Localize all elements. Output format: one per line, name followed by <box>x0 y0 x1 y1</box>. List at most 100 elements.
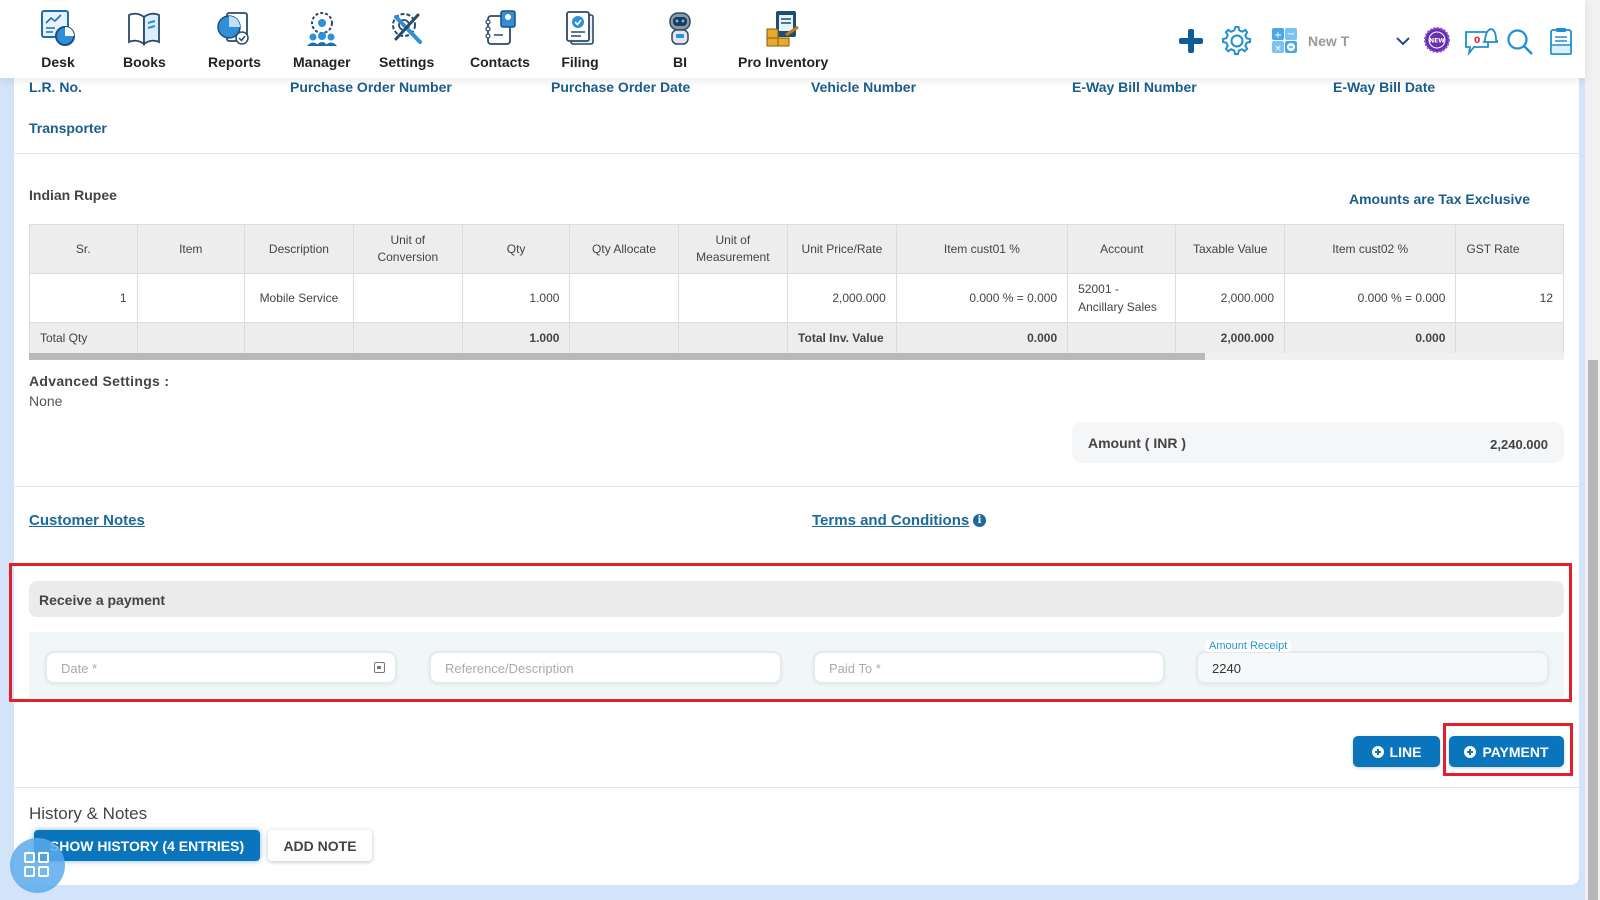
table-totals-row: Total Qty 1.000 Total Inv. Value 0.000 2… <box>29 322 1564 354</box>
customer-notes-link[interactable]: Customer Notes <box>29 512 145 529</box>
cell-item <box>136 273 245 323</box>
col-header: Item <box>136 224 245 274</box>
svg-text:×: × <box>1274 44 1282 53</box>
divider <box>14 486 1579 487</box>
cell-cust02: 0.000 % = 0.000 <box>1284 273 1457 323</box>
search-icon[interactable] <box>1506 28 1534 61</box>
transporter-label: Transporter <box>29 120 107 136</box>
payment-section-highlight <box>9 563 1572 702</box>
contacts-icon <box>480 8 520 48</box>
total-inv-label: Total Inv. Value <box>787 322 897 354</box>
grid-icon <box>24 852 50 878</box>
divider <box>14 787 1579 788</box>
settings-gear-icon[interactable] <box>1221 25 1252 61</box>
cell-taxable-value: 2,000.000 <box>1175 273 1286 323</box>
po-number-label: Purchase Order Number <box>290 79 452 95</box>
show-history-button[interactable]: SHOW HISTORY (4 ENTRIES) <box>34 830 260 861</box>
chevron-down-icon[interactable] <box>1396 33 1410 51</box>
bi-robot-icon <box>660 8 700 48</box>
nav-label: Reports <box>208 54 261 70</box>
currency-label: Indian Rupee <box>29 187 117 203</box>
tax-exclusive-note: Amounts are Tax Exclusive <box>1348 191 1530 207</box>
cell-qty-allocate <box>569 273 679 323</box>
amount-summary: Amount ( INR ) 2,240.000 <box>1072 422 1564 463</box>
nav-label: Contacts <box>470 54 530 70</box>
nav-item-desk[interactable]: Desk <box>38 8 78 70</box>
desk-icon <box>38 8 78 48</box>
taxable-total: 2,000.000 <box>1175 322 1286 354</box>
advanced-settings-value: None <box>29 393 63 409</box>
apps-launcher-button[interactable] <box>10 838 65 893</box>
table-header-row: Sr. Item Description Unit of Conversion … <box>29 224 1564 274</box>
cell-qty: 1.000 <box>461 273 571 323</box>
eway-bill-date-label: E-Way Bill Date <box>1333 79 1436 95</box>
nav-label: Manager <box>293 54 351 70</box>
add-icon[interactable] <box>1178 28 1204 59</box>
nav-item-manager[interactable]: Manager <box>293 8 351 70</box>
divider <box>14 153 1579 154</box>
page-scrollbar-thumb[interactable] <box>1588 360 1598 900</box>
notification-bell-icon[interactable]: 0 <box>1464 26 1501 61</box>
col-header: Qty Allocate <box>569 224 679 274</box>
svg-text:NEW: NEW <box>1429 38 1445 45</box>
history-notes-title: History & Notes <box>29 804 148 823</box>
nav-label: Desk <box>41 54 75 70</box>
cell-uom <box>677 273 789 323</box>
payment-button-highlight <box>1443 723 1573 776</box>
nav-label: BI <box>673 54 687 70</box>
nav-item-filing[interactable]: Filing <box>560 8 600 70</box>
calculator-icon[interactable]: + − × <box>1272 28 1297 58</box>
table-row[interactable]: 1 Mobile Service 1.000 2,000.000 0.000 %… <box>29 273 1564 323</box>
top-nav-bar: Desk Books Reports Manager Settings Cont… <box>0 0 1585 78</box>
cell-unit-price: 2,000.000 <box>787 273 897 323</box>
nav-item-settings[interactable]: Settings <box>379 8 434 70</box>
amount-label: Amount ( INR ) <box>1088 435 1186 451</box>
new-transaction-label[interactable]: New T <box>1308 33 1349 49</box>
col-header: Item cust01 % <box>895 224 1069 274</box>
add-note-button[interactable]: ADD NOTE <box>268 830 372 861</box>
nav-item-reports[interactable]: Reports <box>208 8 261 70</box>
col-header: Account <box>1067 224 1177 274</box>
col-header: Unit of Measurement <box>677 224 789 274</box>
svg-text:+: + <box>1274 30 1282 41</box>
advanced-settings-label: Advanced Settings : <box>29 373 170 389</box>
amount-value: 2,240.000 <box>1490 437 1548 452</box>
cell-description: Mobile Service <box>243 273 354 323</box>
cell-account: 52001 - Ancillary Sales <box>1067 273 1177 323</box>
plus-circle-icon <box>1371 745 1384 758</box>
po-date-label: Purchase Order Date <box>551 79 691 95</box>
info-icon[interactable]: i <box>973 514 986 527</box>
nav-label: Pro Inventory <box>738 54 829 70</box>
col-header: Qty <box>461 224 571 274</box>
nav-item-books[interactable]: Books <box>123 8 166 70</box>
col-header: Unit of Conversion <box>352 224 463 274</box>
cell-sr: 1 <box>29 273 138 323</box>
clipboard-notes-icon[interactable] <box>1550 27 1572 60</box>
add-line-label: LINE <box>1389 743 1422 760</box>
nav-item-contacts[interactable]: Contacts <box>470 8 530 70</box>
cust02-total: 0.000 <box>1284 322 1457 354</box>
nav-item-pro-inventory[interactable]: Pro Inventory <box>738 8 828 70</box>
line-items-table: Sr. Item Description Unit of Conversion … <box>29 224 1564 356</box>
cell-unit-conversion <box>352 273 463 323</box>
cell-gst-rate: 12 <box>1455 273 1564 323</box>
nav-label: Books <box>123 54 166 70</box>
lr-no-label: L.R. No. <box>29 79 82 95</box>
pro-inventory-icon <box>763 8 803 48</box>
col-header: Taxable Value <box>1175 224 1286 274</box>
terms-conditions-link[interactable]: Terms and Conditions <box>812 512 969 529</box>
vehicle-number-label: Vehicle Number <box>811 79 917 95</box>
col-header: Unit Price/Rate <box>787 224 897 274</box>
col-header: Description <box>243 224 354 274</box>
nav-item-bi[interactable]: BI <box>660 8 700 70</box>
cell-cust01: 0.000 % = 0.000 <box>895 273 1069 323</box>
add-line-button[interactable]: LINE <box>1353 736 1440 767</box>
cust01-total: 0.000 <box>895 322 1069 354</box>
svg-text:−: − <box>1287 29 1295 40</box>
svg-text:0: 0 <box>1474 36 1480 46</box>
col-header: Item cust02 % <box>1284 224 1457 274</box>
nav-label: Filing <box>561 54 599 70</box>
new-badge-icon[interactable]: NEW <box>1424 27 1450 58</box>
manager-icon <box>302 8 342 48</box>
table-scrollbar-thumb[interactable] <box>29 353 1205 360</box>
